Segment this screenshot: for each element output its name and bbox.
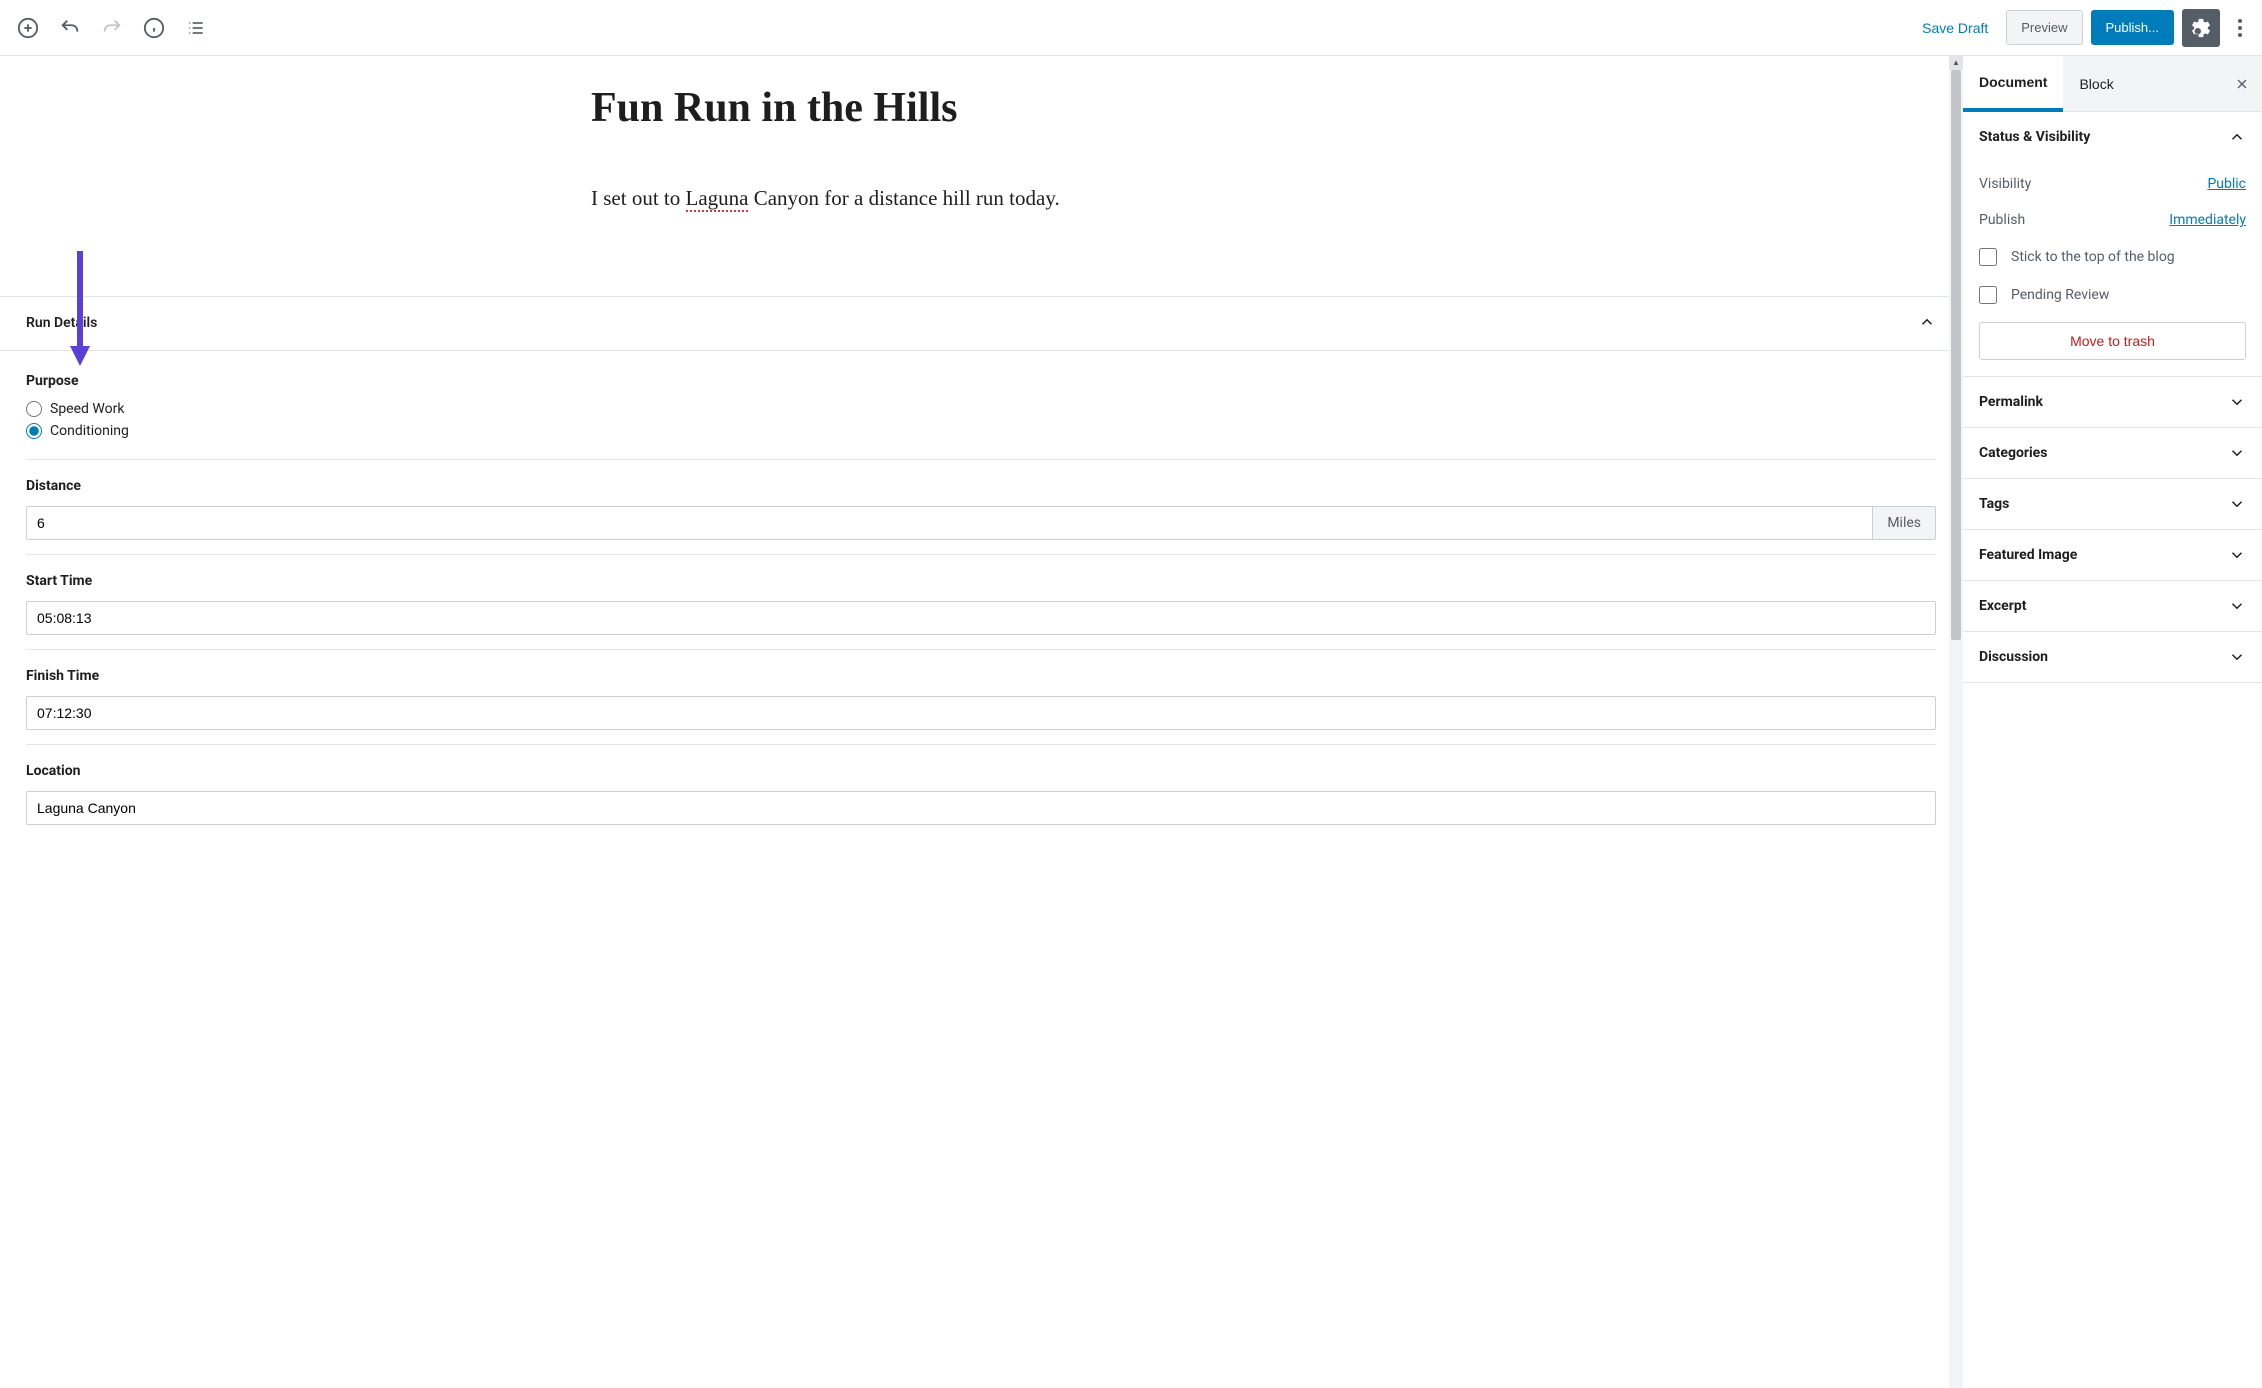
publish-value-link[interactable]: Immediately — [2169, 212, 2246, 228]
undo-button[interactable] — [52, 10, 88, 46]
block-navigation-button[interactable] — [178, 10, 214, 46]
content-info-button[interactable] — [136, 10, 172, 46]
field-label: Purpose — [26, 373, 1936, 389]
chevron-down-icon — [2228, 444, 2246, 462]
settings-toggle-button[interactable] — [2182, 9, 2220, 47]
visibility-label: Visibility — [1979, 176, 2031, 192]
field-label: Start Time — [26, 573, 1936, 589]
post-title[interactable]: Fun Run in the Hills — [591, 84, 1371, 132]
close-sidebar-button[interactable] — [2222, 59, 2262, 109]
field-label: Location — [26, 763, 1936, 779]
start-time-input[interactable] — [26, 601, 1936, 635]
panel-toggle[interactable]: Permalink — [1963, 377, 2262, 427]
settings-sidebar: ▲ Document Block Status & Visibility Vis… — [1962, 56, 2262, 1388]
stick-label: Stick to the top of the blog — [2011, 249, 2175, 265]
field-purpose: Purpose Speed Work Conditioning — [26, 355, 1936, 460]
move-to-trash-button[interactable]: Move to trash — [1979, 322, 2246, 360]
metabox-header[interactable]: Run Details — [0, 297, 1962, 351]
redo-icon — [101, 17, 123, 39]
kebab-icon — [2238, 19, 2242, 37]
panel-status-visibility: Status & Visibility Visibility Public Pu… — [1963, 112, 2262, 377]
chevron-down-icon — [2228, 648, 2246, 666]
radio-label: Conditioning — [50, 423, 129, 439]
outline-icon — [186, 18, 206, 38]
more-menu-button[interactable] — [2228, 9, 2252, 47]
preview-button[interactable]: Preview — [2006, 10, 2082, 45]
panel-toggle[interactable]: Status & Visibility — [1963, 112, 2262, 162]
editor-canvas[interactable]: Fun Run in the Hills I set out to Laguna… — [0, 56, 1962, 1388]
tab-block[interactable]: Block — [2063, 58, 2129, 110]
panel-toggle[interactable]: Categories — [1963, 428, 2262, 478]
field-location: Location — [26, 745, 1936, 839]
pending-label: Pending Review — [2011, 287, 2109, 303]
chevron-down-icon — [2228, 597, 2246, 615]
field-label: Finish Time — [26, 668, 1936, 684]
panel-toggle[interactable]: Excerpt — [1963, 581, 2262, 631]
publish-label: Publish — [1979, 212, 2025, 228]
redo-button[interactable] — [94, 10, 130, 46]
pending-checkbox[interactable] — [1979, 286, 1997, 304]
chevron-up-icon — [1918, 313, 1936, 334]
stick-checkbox[interactable] — [1979, 248, 1997, 266]
field-label: Distance — [26, 478, 1936, 494]
panel-tags: Tags — [1963, 479, 2262, 530]
close-icon — [2234, 76, 2250, 92]
radio-speed-work[interactable] — [26, 401, 42, 417]
panel-toggle[interactable]: Discussion — [1963, 632, 2262, 682]
panel-toggle[interactable]: Featured Image — [1963, 530, 2262, 580]
annotation-arrow-icon — [70, 251, 90, 366]
radio-conditioning[interactable] — [26, 423, 42, 439]
add-block-button[interactable] — [10, 10, 46, 46]
panel-toggle[interactable]: Tags — [1963, 479, 2262, 529]
visibility-value-link[interactable]: Public — [2207, 176, 2246, 192]
panel-excerpt: Excerpt — [1963, 581, 2262, 632]
panel-categories: Categories — [1963, 428, 2262, 479]
chevron-down-icon — [2228, 546, 2246, 564]
panel-featured-image: Featured Image — [1963, 530, 2262, 581]
finish-time-input[interactable] — [26, 696, 1936, 730]
editor-toolbar: Save Draft Preview Publish... — [0, 0, 2262, 56]
post-paragraph[interactable]: I set out to Laguna Canyon for a distanc… — [591, 182, 1371, 216]
distance-input[interactable] — [26, 506, 1873, 540]
publish-button[interactable]: Publish... — [2091, 10, 2174, 45]
field-distance: Distance Miles — [26, 460, 1936, 555]
chevron-down-icon — [2228, 393, 2246, 411]
chevron-down-icon — [2228, 495, 2246, 513]
spellcheck-word: Laguna — [686, 186, 749, 212]
editor-scrollbar[interactable]: ▲ — [1949, 56, 1963, 1388]
save-draft-button[interactable]: Save Draft — [1912, 14, 1998, 42]
plus-circle-icon — [17, 17, 39, 39]
undo-icon — [59, 17, 81, 39]
location-input[interactable] — [26, 791, 1936, 825]
radio-label: Speed Work — [50, 401, 124, 417]
panel-discussion: Discussion — [1963, 632, 2262, 683]
info-icon — [143, 17, 165, 39]
panel-permalink: Permalink — [1963, 377, 2262, 428]
field-finish-time: Finish Time — [26, 650, 1936, 745]
distance-unit: Miles — [1873, 506, 1936, 540]
tab-document[interactable]: Document — [1963, 56, 2063, 112]
field-start-time: Start Time — [26, 555, 1936, 650]
chevron-up-icon — [2228, 128, 2246, 146]
gear-icon — [2190, 17, 2212, 39]
